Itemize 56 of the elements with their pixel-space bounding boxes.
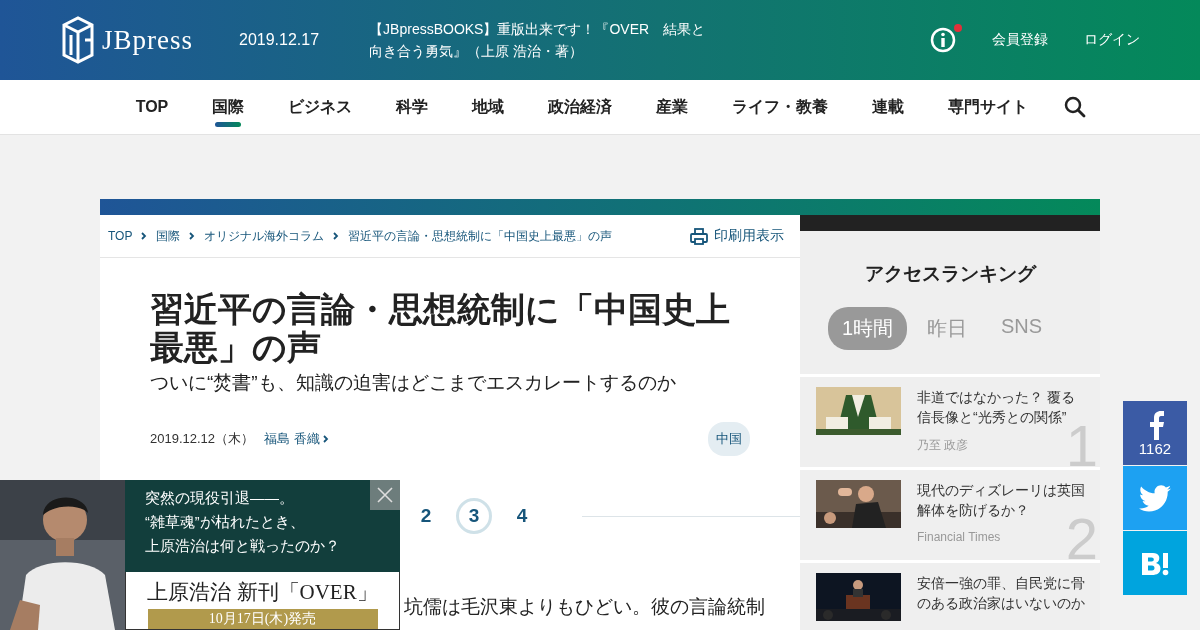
ranking-author: Financial Times: [917, 530, 1002, 544]
twitter-button[interactable]: [1123, 466, 1187, 530]
book-title: 上原浩治 新刊「OVER」: [147, 579, 378, 606]
nav-tab[interactable]: 国際: [190, 79, 267, 135]
bird-icon: [1139, 484, 1171, 512]
article-subtitle: ついに“焚書”も、知識の迫害はどこまでエスカレートするのか: [150, 371, 677, 395]
page-link[interactable]: 3: [456, 498, 492, 534]
printer-icon: [690, 227, 708, 245]
header-link[interactable]: 会員登録: [992, 31, 1048, 49]
bookmark-button[interactable]: [1123, 531, 1187, 595]
nav-tab[interactable]: 専門サイト: [926, 79, 1051, 135]
release-date: 10月17日(木)発売: [147, 609, 378, 629]
header-date: 2019.12.17: [239, 31, 320, 49]
nav-tab[interactable]: 連載: [850, 79, 927, 135]
ranking-title: アクセスランキング: [863, 262, 1038, 286]
ranking-headline: 非道ではなかった？ 覆る信長像と“光秀との関係”: [917, 388, 1076, 426]
ad-text: 上原浩治は何と戦ったのか？: [145, 537, 341, 556]
page-link[interactable]: 2: [408, 498, 444, 534]
close-button[interactable]: [370, 480, 400, 510]
notice-link[interactable]: 【JBpressBOOKS】重版出来です！『OVER 結果と向き合う勇気』（上原 浩治・著）: [369, 18, 720, 62]
ad-banner[interactable]: 突然の現役引退――。 “雑草魂”が枯れたとき、 上原浩治は何と戦ったのか？ 上原浩治 新刊「OVER」 10月17日(木)発売: [0, 480, 400, 630]
breadcrumb-link[interactable]: オリジナル海外コラム: [204, 227, 325, 245]
article-text: 坑儒は毛沢東よりもひどい。彼の言論統制: [404, 595, 765, 619]
breadcrumb-link[interactable]: 国際: [156, 227, 181, 245]
article-title: 習近平の言論・思想統制に「中国史上最悪」の声: [150, 290, 731, 366]
chevron-icon: [333, 232, 340, 240]
article-date: 2019.12.12（木）: [150, 430, 255, 448]
ranking-headline: 現代のディズレーリは英国解体を防げるか？: [917, 481, 1086, 518]
nav-tab[interactable]: ビジネス: [266, 79, 375, 135]
chevron-icon: [189, 232, 196, 240]
header-link[interactable]: ログイン: [1084, 31, 1140, 49]
tag-link[interactable]: 中国: [708, 422, 750, 456]
nav-tab[interactable]: 科学: [374, 79, 451, 135]
share-count: 1162: [1138, 439, 1172, 457]
nav-tab[interactable]: TOP: [113, 79, 191, 135]
close-icon: [376, 486, 394, 504]
author-link[interactable]: 福島 香織: [264, 430, 330, 448]
breadcrumb-link[interactable]: 習近平の言論・思想統制に「中国史上最悪」の声: [348, 227, 613, 245]
info-icon[interactable]: [930, 27, 956, 53]
ranking-author: 乃至 政彦: [917, 437, 970, 454]
page-link[interactable]: 4: [504, 498, 540, 534]
nav-tab[interactable]: 産業: [634, 79, 711, 135]
nav-tab[interactable]: 政治経済: [526, 79, 635, 135]
chevron-icon: [141, 232, 148, 240]
nav-tab[interactable]: 地域: [450, 79, 527, 135]
breadcrumb-link[interactable]: TOP: [108, 229, 133, 243]
chevron-icon: [323, 435, 330, 443]
ad-text: “雑草魂”が枯れたとき、: [145, 513, 306, 532]
nav-tab[interactable]: ライフ・教養: [710, 79, 851, 135]
facebook-button[interactable]: 1162: [1123, 401, 1187, 465]
search-icon[interactable]: [1064, 96, 1087, 118]
ad-text: 突然の現役引退――。: [145, 489, 295, 508]
print-link[interactable]: 印刷用表示: [690, 227, 784, 245]
logo-text[interactable]: JBpress: [102, 24, 193, 56]
ranking-headline: 安倍一強の罪、自民党に骨のある政治家はいないのか: [917, 574, 1086, 613]
logo-icon[interactable]: [60, 15, 96, 65]
